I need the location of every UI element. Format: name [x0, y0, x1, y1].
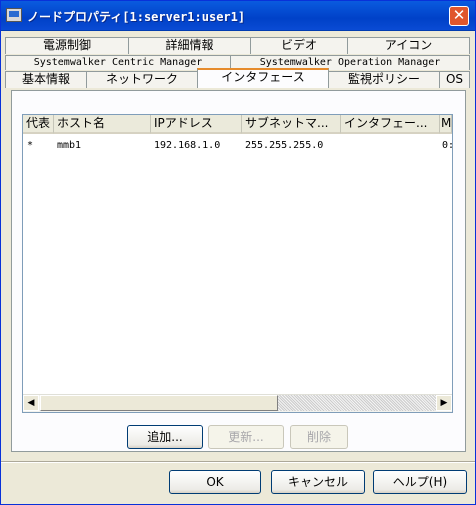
- node-window-icon: [6, 8, 22, 22]
- window-title: ノードプロパティ[1:server1:user1]: [27, 10, 246, 24]
- update-button[interactable]: 更新...: [208, 425, 284, 449]
- column-header-representative[interactable]: 代表: [23, 115, 54, 134]
- column-header-ip-address[interactable]: IPアドレス: [151, 115, 242, 134]
- tab-icon[interactable]: アイコン: [347, 37, 470, 54]
- tab-monitoring-policy[interactable]: 監視ポリシー: [328, 71, 440, 88]
- cell-mac: 0:: [442, 140, 452, 151]
- column-header-mac[interactable]: MA: [440, 115, 452, 134]
- help-button[interactable]: ヘルプ(H): [373, 470, 467, 494]
- arrow-left-icon: ◀: [27, 398, 35, 408]
- scroll-right-button[interactable]: ▶: [436, 395, 452, 411]
- tab-interface[interactable]: インタフェース: [197, 68, 329, 88]
- dialog-window: ノードプロパティ[1:server1:user1] ✕ 電源制御 詳細情報 ビデ…: [0, 0, 476, 505]
- close-icon: ✕: [452, 6, 466, 24]
- title-bar[interactable]: ノードプロパティ[1:server1:user1] ✕: [1, 1, 475, 31]
- tab-network[interactable]: ネットワーク: [86, 71, 198, 88]
- tab-basic-info[interactable]: 基本情報: [5, 71, 87, 88]
- close-button[interactable]: ✕: [449, 6, 469, 26]
- cell-interface: [344, 139, 438, 153]
- cancel-button[interactable]: キャンセル: [271, 470, 365, 494]
- interface-list[interactable]: 代表 ホスト名 IPアドレス サブネットマ... インタフェー... MA * …: [22, 114, 453, 413]
- separator: [1, 461, 475, 463]
- cell-ip-address: 192.168.1.0: [154, 140, 221, 151]
- scroll-left-button[interactable]: ◀: [23, 395, 39, 411]
- ok-button[interactable]: OK: [169, 470, 261, 494]
- column-header-hostname[interactable]: ホスト名: [54, 115, 151, 134]
- tab-os[interactable]: OS: [439, 71, 470, 88]
- arrow-right-icon: ▶: [440, 398, 448, 408]
- delete-button[interactable]: 削除: [290, 425, 348, 449]
- add-button[interactable]: 追加...: [127, 425, 203, 449]
- horizontal-scrollbar[interactable]: ◀ ▶: [23, 394, 452, 412]
- cell-representative: *: [27, 140, 34, 151]
- cell-hostname: mmb1: [57, 140, 82, 151]
- column-header-interface[interactable]: インタフェー...: [341, 115, 440, 134]
- tab-details[interactable]: 詳細情報: [128, 37, 251, 54]
- scroll-thumb[interactable]: [40, 395, 278, 411]
- tab-power-control[interactable]: 電源制御: [5, 37, 129, 54]
- cell-subnet-mask: 255.255.255.0: [245, 140, 324, 151]
- tab-video[interactable]: ビデオ: [250, 37, 348, 54]
- scroll-track[interactable]: [278, 395, 436, 411]
- column-header-subnet-mask[interactable]: サブネットマ...: [242, 115, 341, 134]
